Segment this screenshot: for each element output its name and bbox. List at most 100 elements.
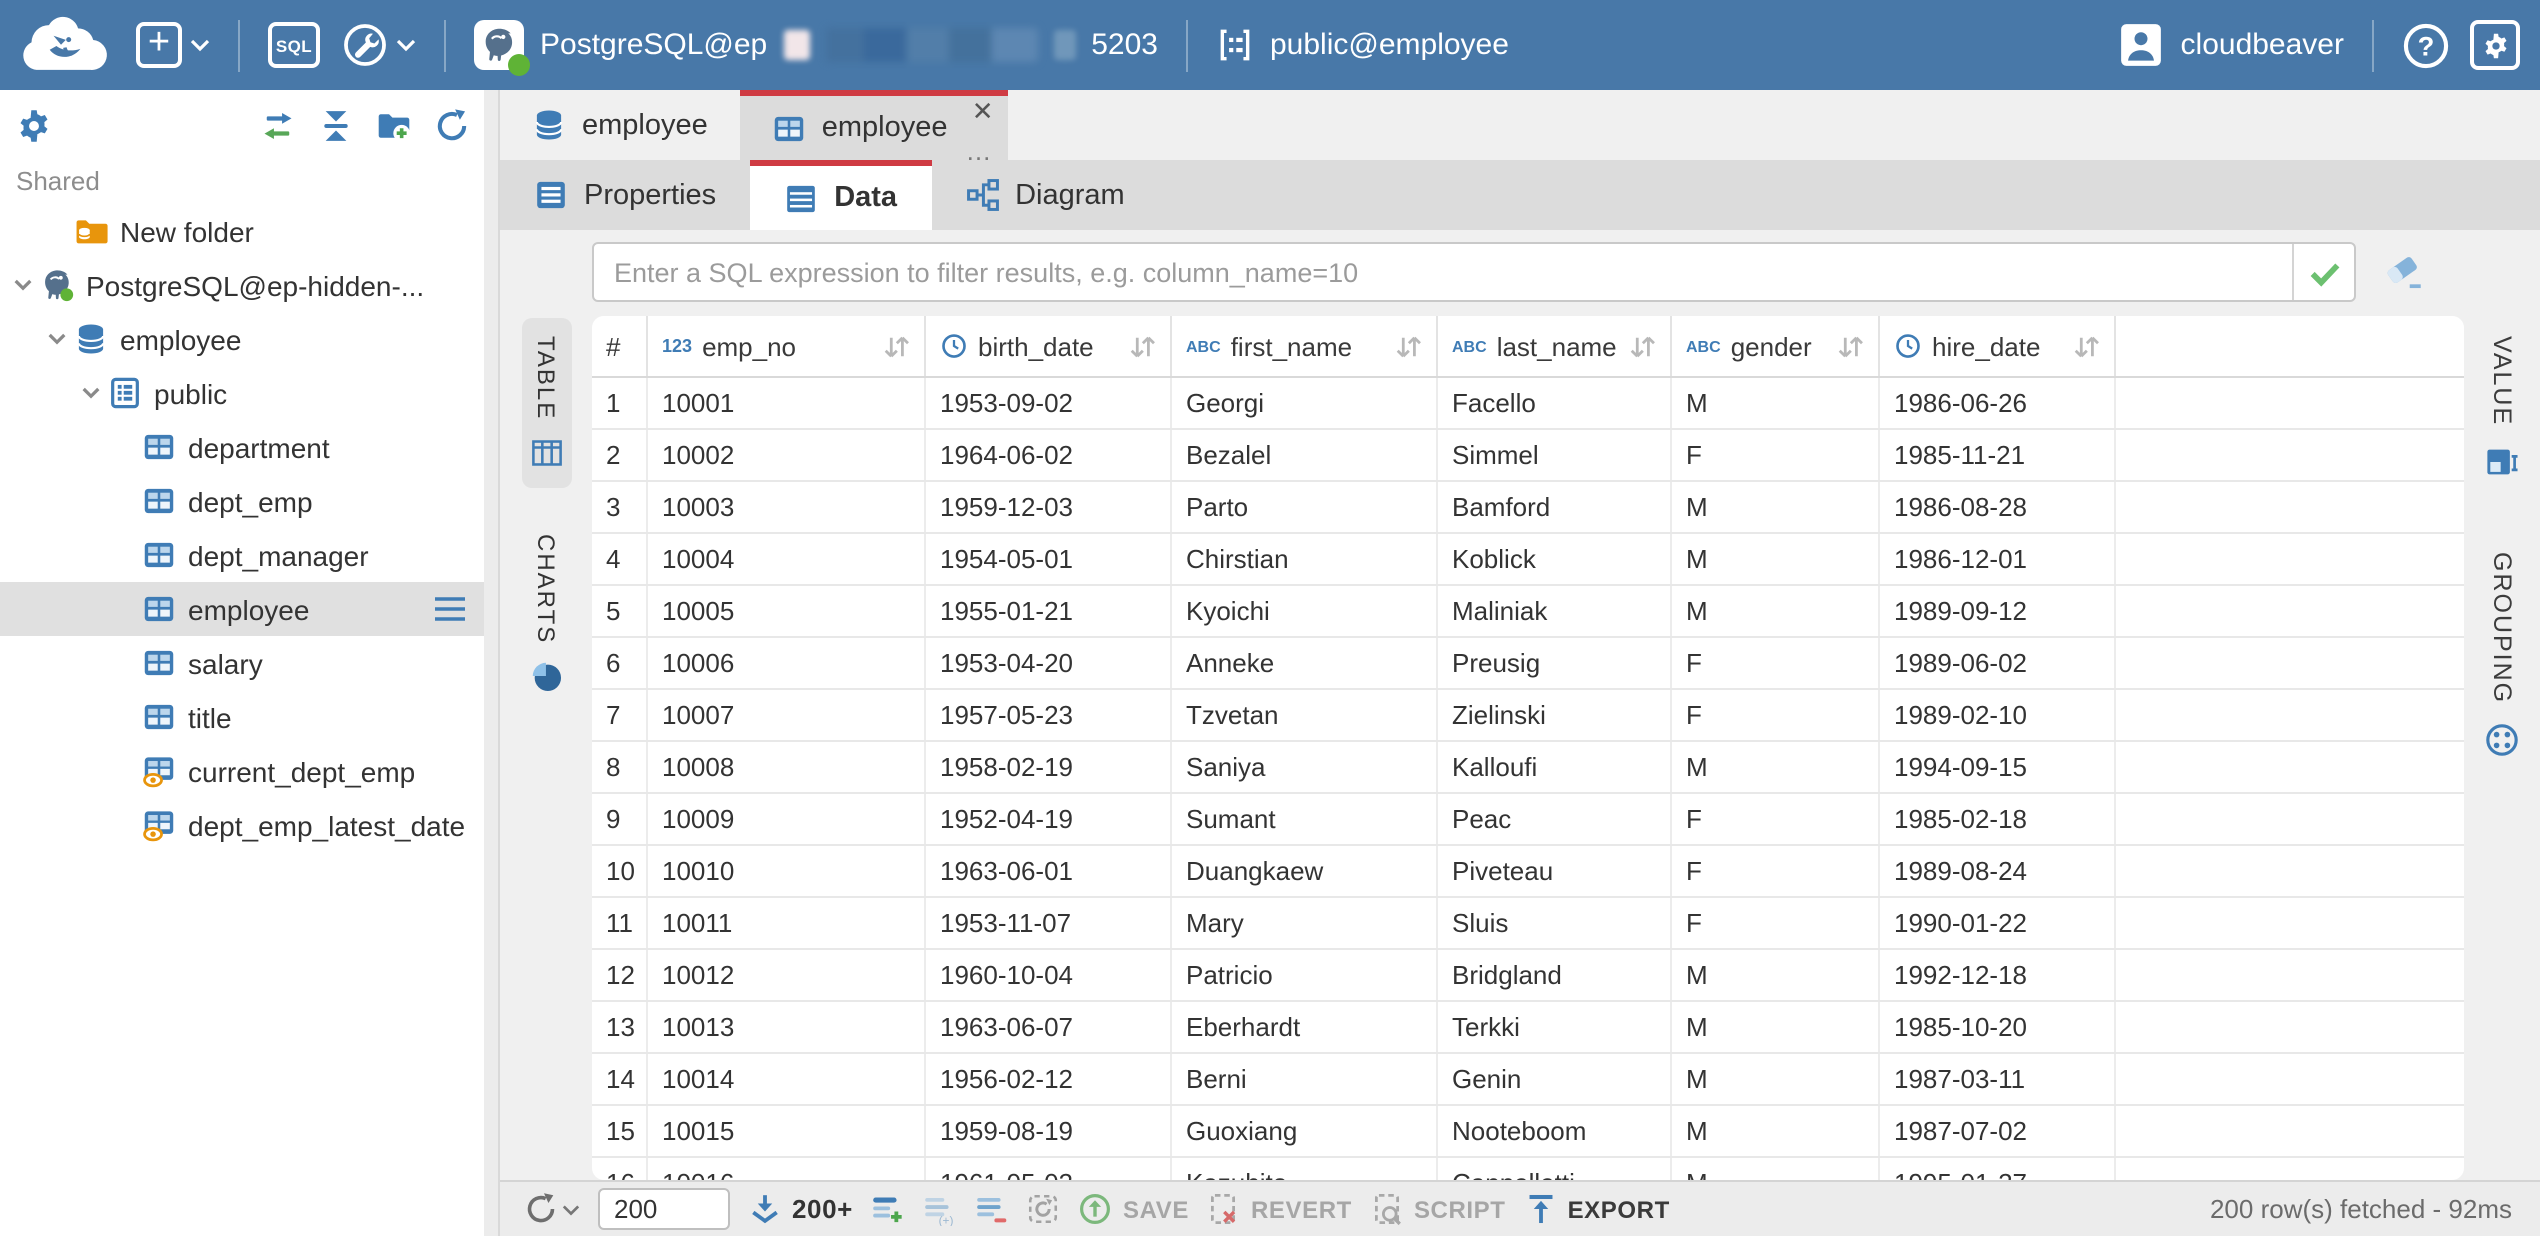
chevron-down-icon[interactable]	[78, 380, 104, 406]
table-cell[interactable]: Facello	[1438, 378, 1672, 428]
table-cell[interactable]: 10006	[648, 638, 926, 688]
table-cell[interactable]: Peac	[1438, 794, 1672, 844]
table-cell[interactable]: 1957-05-23	[926, 690, 1172, 740]
table-cell[interactable]: 10007	[648, 690, 926, 740]
table-cell[interactable]: 10005	[648, 586, 926, 636]
apply-filter-button[interactable]	[2292, 244, 2354, 300]
row-index-cell[interactable]: 4	[592, 534, 648, 584]
table-cell[interactable]: 1953-09-02	[926, 378, 1172, 428]
table-cell[interactable]: 10008	[648, 742, 926, 792]
table-cell[interactable]: M	[1672, 742, 1880, 792]
row-index-cell[interactable]: 16	[592, 1158, 648, 1180]
refresh-tree-button[interactable]	[434, 108, 470, 144]
grid-header-cell-gender[interactable]: ABCgender	[1672, 316, 1880, 376]
row-index-cell[interactable]: 7	[592, 690, 648, 740]
table-cell[interactable]: Mary	[1172, 898, 1438, 948]
table-cell[interactable]: M	[1672, 1158, 1880, 1180]
row-index-cell[interactable]: 5	[592, 586, 648, 636]
table-cell[interactable]: 10016	[648, 1158, 926, 1180]
tree-item-postgresql-ep-hidden-[interactable]: PostgreSQL@ep-hidden-...	[0, 258, 498, 312]
table-cell[interactable]: 1994-09-15	[1880, 742, 2116, 792]
tab-employee[interactable]: employee✕…	[740, 90, 1008, 160]
table-cell[interactable]: Patricio	[1172, 950, 1438, 1000]
table-cell[interactable]: Bezalel	[1172, 430, 1438, 480]
table-cell[interactable]: M	[1672, 1054, 1880, 1104]
table-cell[interactable]: 10013	[648, 1002, 926, 1052]
table-cell[interactable]: Koblick	[1438, 534, 1672, 584]
table-cell[interactable]: Chirstian	[1172, 534, 1438, 584]
table-cell[interactable]: Guoxiang	[1172, 1106, 1438, 1156]
table-cell[interactable]: Tzvetan	[1172, 690, 1438, 740]
table-cell[interactable]: M	[1672, 950, 1880, 1000]
table-cell[interactable]: Bamford	[1438, 482, 1672, 532]
row-index-cell[interactable]: 15	[592, 1106, 648, 1156]
table-cell[interactable]: 1955-01-21	[926, 586, 1172, 636]
table-cell[interactable]: 1990-01-22	[1880, 898, 2116, 948]
link-editor-button[interactable]	[260, 108, 296, 144]
panel-tab-grouping[interactable]: GROUPING	[2484, 552, 2520, 758]
table-cell[interactable]: Terkki	[1438, 1002, 1672, 1052]
table-cell[interactable]: 1959-12-03	[926, 482, 1172, 532]
tab-data[interactable]: Data	[750, 160, 931, 230]
table-cell[interactable]: M	[1672, 1002, 1880, 1052]
collapse-all-button[interactable]	[318, 108, 354, 144]
table-cell[interactable]: 1956-02-12	[926, 1054, 1172, 1104]
grid-header-cell-first-name[interactable]: ABCfirst_name	[1172, 316, 1438, 376]
table-cell[interactable]: 1964-06-02	[926, 430, 1172, 480]
table-cell[interactable]: 10002	[648, 430, 926, 480]
connection-selector[interactable]: PostgreSQL@ep5203	[474, 20, 1158, 70]
help-button[interactable]: ?	[2402, 21, 2450, 69]
table-cell[interactable]: Kalloufi	[1438, 742, 1672, 792]
row-index-cell[interactable]: 9	[592, 794, 648, 844]
table-cell[interactable]: 1989-08-24	[1880, 846, 2116, 896]
table-cell[interactable]: Maliniak	[1438, 586, 1672, 636]
tree-item-title[interactable]: title	[0, 690, 498, 744]
table-cell[interactable]: 1987-07-02	[1880, 1106, 2116, 1156]
table-cell[interactable]: 10011	[648, 898, 926, 948]
tab-properties[interactable]: Properties	[500, 160, 750, 230]
table-cell[interactable]: Kyoichi	[1172, 586, 1438, 636]
table-cell[interactable]: 1989-09-12	[1880, 586, 2116, 636]
table-cell[interactable]: 1953-11-07	[926, 898, 1172, 948]
new-folder-button[interactable]	[376, 108, 412, 144]
tree-item-public[interactable]: public	[0, 366, 498, 420]
table-cell[interactable]: 1986-12-01	[1880, 534, 2116, 584]
script-button[interactable]: SCRIPT	[1370, 1192, 1506, 1226]
sort-icon[interactable]	[882, 333, 912, 359]
table-cell[interactable]: F	[1672, 430, 1880, 480]
row-index-cell[interactable]: 2	[592, 430, 648, 480]
table-cell[interactable]: M	[1672, 586, 1880, 636]
table-cell[interactable]: 1954-05-01	[926, 534, 1172, 584]
table-cell[interactable]: Cappelletti	[1438, 1158, 1672, 1180]
table-cell[interactable]: Eberhardt	[1172, 1002, 1438, 1052]
table-cell[interactable]: F	[1672, 794, 1880, 844]
sort-icon[interactable]	[2072, 333, 2102, 359]
table-cell[interactable]: 1985-02-18	[1880, 794, 2116, 844]
fetch-more-button[interactable]: 200+	[748, 1192, 853, 1226]
rail-tab-charts[interactable]: CHARTS	[521, 516, 571, 712]
table-cell[interactable]: F	[1672, 846, 1880, 896]
table-cell[interactable]: 1961-05-02	[926, 1158, 1172, 1180]
refresh-row-button[interactable]	[1027, 1192, 1061, 1226]
revert-button[interactable]: REVERT	[1207, 1192, 1352, 1226]
export-button[interactable]: EXPORT	[1524, 1192, 1670, 1226]
table-cell[interactable]: 10009	[648, 794, 926, 844]
table-cell[interactable]: Simmel	[1438, 430, 1672, 480]
item-menu-icon[interactable]	[434, 596, 466, 622]
sql-filter-input[interactable]	[594, 244, 2292, 300]
tree-item-current-dept-emp[interactable]: current_dept_emp	[0, 744, 498, 798]
add-row-button[interactable]	[871, 1192, 905, 1226]
tools-button[interactable]	[340, 21, 416, 69]
table-cell[interactable]: 10010	[648, 846, 926, 896]
row-index-cell[interactable]: 1	[592, 378, 648, 428]
chevron-down-icon[interactable]	[10, 272, 36, 298]
table-cell[interactable]: Duangkaew	[1172, 846, 1438, 896]
tab-diagram[interactable]: Diagram	[931, 160, 1159, 230]
table-cell[interactable]: Piveteau	[1438, 846, 1672, 896]
table-cell[interactable]: M	[1672, 534, 1880, 584]
table-cell[interactable]: F	[1672, 690, 1880, 740]
tab-employee[interactable]: employee	[500, 90, 740, 160]
table-cell[interactable]: 10003	[648, 482, 926, 532]
table-cell[interactable]: 1963-06-01	[926, 846, 1172, 896]
table-cell[interactable]: 1989-02-10	[1880, 690, 2116, 740]
